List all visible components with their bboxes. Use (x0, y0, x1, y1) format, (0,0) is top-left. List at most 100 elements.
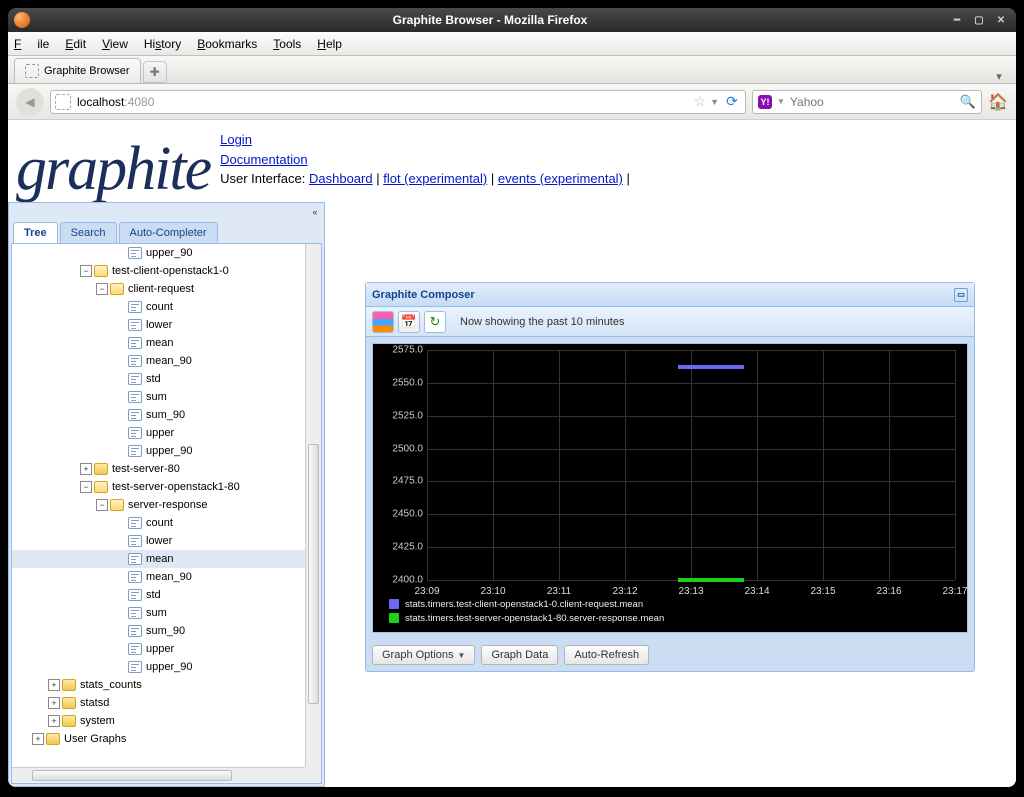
composer-bottom-bar: Graph Options▼ Graph Data Auto-Refresh (366, 639, 974, 671)
expand-icon[interactable]: + (48, 679, 60, 691)
folder-icon (94, 463, 108, 475)
folder-icon (62, 715, 76, 727)
tree-folder[interactable]: +system (12, 712, 321, 730)
tree-leaf[interactable]: upper (12, 424, 321, 442)
graphite-composer[interactable]: Graphite Composer ▭ 📅 ↻ Now showing the … (365, 282, 975, 672)
scroll-thumb[interactable] (32, 770, 232, 781)
composer-header[interactable]: Graphite Composer ▭ (366, 283, 974, 307)
url-dropdown-icon[interactable]: ▼ (710, 97, 719, 107)
tree-leaf[interactable]: lower (12, 316, 321, 334)
sidebar-collapse-button[interactable]: « (308, 205, 322, 219)
search-input[interactable] (790, 95, 955, 109)
refresh-chart-icon[interactable]: ↻ (424, 311, 446, 333)
chart-type-icon[interactable] (372, 311, 394, 333)
tree-leaf[interactable]: sum (12, 604, 321, 622)
collapse-icon[interactable]: − (80, 481, 92, 493)
collapse-icon[interactable]: − (96, 499, 108, 511)
sidebar-tab-tree[interactable]: Tree (13, 222, 58, 243)
tree-folder[interactable]: +statsd (12, 694, 321, 712)
tree-hscrollbar[interactable] (12, 767, 305, 783)
link-documentation[interactable]: Documentation (220, 152, 307, 167)
menu-help[interactable]: Help (317, 37, 342, 51)
link-login[interactable]: Login (220, 132, 252, 147)
link-flot[interactable]: flot (experimental) (383, 171, 487, 186)
search-box[interactable]: Y! ▼ 🔍 (752, 90, 982, 114)
tree-scroll[interactable]: upper_90 −test-client-openstack1-0 −clie… (12, 244, 321, 767)
back-button[interactable]: ◀ (16, 88, 44, 116)
tree-leaf[interactable]: mean (12, 334, 321, 352)
tree-leaf[interactable]: sum_90 (12, 406, 321, 424)
menu-file[interactable]: File (14, 37, 49, 51)
tree-leaf[interactable]: mean_90 (12, 352, 321, 370)
tree-leaf[interactable]: std (12, 586, 321, 604)
graph-options-button[interactable]: Graph Options▼ (372, 645, 475, 665)
tree-leaf[interactable]: count (12, 514, 321, 532)
leaf-icon (128, 355, 142, 367)
composer-minimize-icon[interactable]: ▭ (954, 288, 968, 302)
reload-icon[interactable]: ⟳ (723, 93, 741, 111)
tab-overflow-button[interactable]: ▾ (988, 70, 1010, 83)
tree-folder[interactable]: −test-server-openstack1-80 (12, 478, 321, 496)
expand-icon[interactable]: + (32, 733, 44, 745)
expand-icon[interactable]: + (48, 715, 60, 727)
tree-folder[interactable]: +stats_counts (12, 676, 321, 694)
tree-folder[interactable]: +test-server-80 (12, 460, 321, 478)
tree-leaf[interactable]: upper_90 (12, 442, 321, 460)
link-events[interactable]: events (experimental) (498, 171, 623, 186)
tree-leaf[interactable]: mean_90 (12, 568, 321, 586)
menu-bookmarks[interactable]: Bookmarks (197, 37, 257, 51)
navigation-toolbar: ◀ localhost:4080 ☆ ▼ ⟳ Y! ▼ 🔍 🏠 (8, 84, 1016, 120)
search-engine-dropdown-icon[interactable]: ▼ (777, 97, 785, 106)
tree-folder[interactable]: −test-client-openstack1-0 (12, 262, 321, 280)
folder-open-icon (110, 499, 124, 511)
menu-edit[interactable]: Edit (65, 37, 86, 51)
search-go-icon[interactable]: 🔍 (960, 94, 976, 110)
calendar-icon[interactable]: 📅 (398, 311, 420, 333)
scroll-thumb[interactable] (308, 444, 319, 704)
tree-folder[interactable]: +User Graphs (12, 730, 321, 748)
tree-leaf[interactable]: count (12, 298, 321, 316)
menu-view[interactable]: View (102, 37, 128, 51)
url-port: :4080 (124, 95, 154, 109)
leaf-icon (128, 607, 142, 619)
chart-legend: stats.timers.test-client-openstack1-0.cl… (389, 598, 664, 626)
sidebar-tab-search[interactable]: Search (60, 222, 117, 243)
close-button[interactable]: ✕ (992, 11, 1010, 29)
expand-icon[interactable]: + (48, 697, 60, 709)
leaf-icon (128, 535, 142, 547)
site-favicon (55, 94, 71, 110)
collapse-icon[interactable]: − (80, 265, 92, 277)
expand-icon[interactable]: + (80, 463, 92, 475)
tree-folder[interactable]: −server-response (12, 496, 321, 514)
new-tab-button[interactable]: ✚ (143, 61, 167, 83)
titlebar[interactable]: Graphite Browser - Mozilla Firefox ━ ▢ ✕ (8, 8, 1016, 32)
header-links: Login Documentation User Interface: Dash… (220, 124, 630, 189)
url-bar[interactable]: localhost:4080 ☆ ▼ ⟳ (50, 90, 746, 114)
tree-leaf[interactable]: std (12, 370, 321, 388)
composer-toolbar: 📅 ↻ Now showing the past 10 minutes (366, 307, 974, 337)
tree-leaf[interactable]: lower (12, 532, 321, 550)
ui-label: User Interface: (220, 171, 309, 186)
tree-leaf[interactable]: upper_90 (12, 658, 321, 676)
link-dashboard[interactable]: Dashboard (309, 171, 373, 186)
menu-history[interactable]: History (144, 37, 181, 51)
maximize-button[interactable]: ▢ (970, 11, 988, 29)
tree-folder[interactable]: −client-request (12, 280, 321, 298)
minimize-button[interactable]: ━ (948, 11, 966, 29)
bookmark-star-icon[interactable]: ☆ (694, 93, 707, 110)
graph-data-button[interactable]: Graph Data (481, 645, 558, 665)
tree-leaf[interactable]: sum_90 (12, 622, 321, 640)
tree-leaf[interactable]: upper_90 (12, 244, 321, 262)
tree-leaf[interactable]: sum (12, 388, 321, 406)
home-button[interactable]: 🏠 (988, 92, 1008, 112)
tab-graphite-browser[interactable]: Graphite Browser (14, 58, 141, 83)
tree-leaf-selected[interactable]: mean (12, 550, 321, 568)
sidebar-tab-autocompleter[interactable]: Auto-Completer (119, 222, 218, 243)
collapse-icon[interactable]: − (96, 283, 108, 295)
tree-vscrollbar[interactable] (305, 244, 321, 767)
leaf-icon (128, 427, 142, 439)
composer-status: Now showing the past 10 minutes (460, 316, 624, 328)
tree-leaf[interactable]: upper (12, 640, 321, 658)
auto-refresh-button[interactable]: Auto-Refresh (564, 645, 649, 665)
menu-tools[interactable]: Tools (273, 37, 301, 51)
